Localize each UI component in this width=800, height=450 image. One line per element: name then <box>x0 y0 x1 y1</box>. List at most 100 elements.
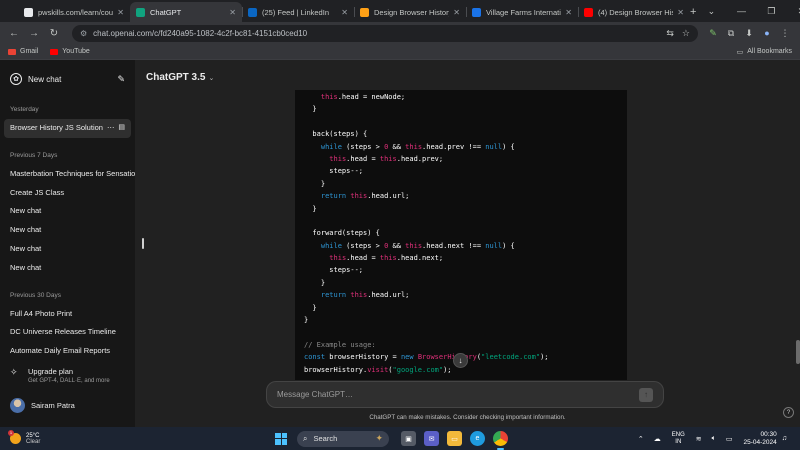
sidebar-chat-item[interactable]: Create JS Class <box>0 184 135 203</box>
sidebar-chat-item[interactable]: DC Universe Releases Timeline <box>0 323 135 342</box>
code-line: // Example usage: <box>304 339 627 351</box>
code-token: .head.url; <box>367 291 410 300</box>
teams-chat-icon[interactable]: ✉ <box>424 431 439 446</box>
code-token: // Example usage: <box>304 340 376 349</box>
close-window-icon[interactable]: ✕ <box>786 6 800 17</box>
help-icon[interactable]: ? <box>783 407 794 418</box>
code-token: this <box>405 142 423 151</box>
taskbar-search[interactable]: ⌕ Search ✦ <box>297 430 389 447</box>
code-token: const <box>304 353 326 362</box>
code-token: this <box>329 254 347 263</box>
maximize-icon[interactable]: ❐ <box>756 6 786 17</box>
minimize-icon[interactable]: — <box>726 6 756 16</box>
code-token: } <box>304 303 317 312</box>
translate-icon[interactable]: ⇆ <box>666 28 674 39</box>
user-profile-button[interactable]: Sairam Patra <box>0 398 135 413</box>
tab-favicon-icon <box>360 7 369 17</box>
browser-tab-2[interactable]: (25) Feed | LinkedIn ✕ <box>242 2 354 22</box>
code-token: this <box>405 241 423 250</box>
sidebar-chat-item[interactable]: New chat <box>0 202 135 221</box>
sidebar-chat-item[interactable]: Full A4 Photo Print <box>0 305 135 324</box>
send-button[interactable]: ↑ <box>639 387 653 402</box>
folder-icon: ▭ <box>736 48 744 56</box>
browser-tab-4[interactable]: Village Farms International ✕ <box>466 2 578 22</box>
chrome-browser-icon[interactable] <box>493 431 508 450</box>
code-token: new <box>400 353 414 362</box>
close-tab-icon[interactable]: ✕ <box>677 8 684 17</box>
downloads-icon[interactable]: ⬇ <box>740 28 758 39</box>
message-input[interactable] <box>277 390 639 399</box>
code-token: visit <box>367 365 389 374</box>
weather-widget[interactable]: 1 25°C Clear <box>0 430 120 445</box>
new-chat-button[interactable]: ✿ New chat ✎ <box>0 66 135 92</box>
browser-tab-1[interactable]: ChatGPT ✕ <box>130 2 242 22</box>
message-composer: ↑ <box>266 381 664 408</box>
profile-avatar-icon[interactable]: ● <box>758 28 776 38</box>
close-tab-icon[interactable]: ✕ <box>117 8 124 17</box>
bookmark-label: YouTube <box>62 48 90 55</box>
browser-menu-icon[interactable]: ⋮ <box>776 28 794 39</box>
weather-sun-icon: 1 <box>8 430 21 444</box>
notification-bell-icon[interactable]: ♫ <box>782 435 787 442</box>
volume-icon[interactable]: 🔈︎ <box>712 435 716 443</box>
clock-time: 00:30 <box>760 430 777 438</box>
page-scrollbar[interactable] <box>796 340 800 364</box>
sidebar-chat-item[interactable]: New chat <box>0 221 135 240</box>
code-token: this <box>379 154 397 163</box>
scroll-down-button[interactable]: ↓ <box>453 353 468 368</box>
code-block: this.head = newNode; } back(steps) { whi… <box>295 90 627 380</box>
bookmark-gmail[interactable]: Gmail <box>8 48 38 55</box>
task-view-icon[interactable]: ▣ <box>401 431 416 446</box>
code-token: while <box>320 142 342 151</box>
sidebar-chat-item[interactable]: Masterbation Techniques for Sensation <box>0 165 135 184</box>
browser-tab-3[interactable]: Design Browser History - ✕ <box>354 2 466 22</box>
sparkle-icon: ✧ <box>10 367 18 377</box>
upgrade-plan-button[interactable]: ✧ Upgrade plan Get GPT-4, DALL·E, and mo… <box>0 367 135 384</box>
all-bookmarks-button[interactable]: ▭ All Bookmarks <box>737 48 792 56</box>
wifi-icon[interactable]: ≋ <box>696 435 702 443</box>
close-tab-icon[interactable]: ✕ <box>453 8 460 17</box>
code-line: } <box>304 203 627 215</box>
site-info-icon[interactable]: ⚙ <box>80 29 87 38</box>
edit-icon[interactable]: ✎ <box>117 74 125 85</box>
code-token: .head = <box>346 154 380 163</box>
system-clock[interactable]: 00:30 25-04-2024 <box>744 431 777 447</box>
onedrive-cloud-icon[interactable]: ☁ <box>654 435 661 443</box>
sidebar-chat-item[interactable]: Automate Daily Email Reports <box>0 342 135 361</box>
extensions-puzzle-icon[interactable]: ⧉ <box>722 28 740 39</box>
model-selector[interactable]: ChatGPT 3.5 ⌄ <box>146 72 214 83</box>
browser-tab-strip: pwskills.com/learn/course/✕ChatGPT✕(25) … <box>0 0 800 22</box>
close-tab-icon[interactable]: ✕ <box>565 8 572 17</box>
close-tab-icon[interactable]: ✕ <box>341 8 348 17</box>
reload-icon[interactable]: ↻ <box>46 28 62 39</box>
bookmark-youtube[interactable]: YouTube <box>50 48 90 55</box>
edge-browser-icon[interactable]: e <box>470 431 485 446</box>
sidebar-toggle-handle[interactable] <box>142 238 144 249</box>
more-options-icon[interactable]: ⋯ <box>107 119 115 138</box>
forward-arrow-icon[interactable]: → <box>26 28 42 39</box>
language-indicator[interactable]: ENG IN <box>672 432 685 446</box>
archive-icon[interactable]: ▤ <box>118 119 125 138</box>
weather-desc: Clear <box>26 438 41 445</box>
sidebar-chat-item[interactable]: New chat <box>0 259 135 278</box>
close-tab-icon[interactable]: ✕ <box>229 8 236 17</box>
tab-search-icon[interactable]: ⌄ <box>696 6 726 17</box>
code-token: browserHistory. <box>304 365 368 374</box>
battery-icon[interactable]: ▭ <box>726 435 733 443</box>
sidebar-section-heading: Previous 30 Days <box>10 291 61 299</box>
browser-tab-5[interactable]: (4) Design Browser Histo ✕ <box>578 2 690 22</box>
file-explorer-icon[interactable]: ▭ <box>447 431 462 446</box>
bookmark-star-icon[interactable]: ☆ <box>682 28 690 39</box>
code-token: && <box>388 241 406 250</box>
sidebar-chat-item[interactable]: New chat <box>0 240 135 259</box>
extension-icon[interactable]: ✎ <box>704 28 722 39</box>
windows-start-icon[interactable] <box>275 432 287 445</box>
bookmark-label: Gmail <box>20 48 39 55</box>
address-bar[interactable]: ⚙ chat.openai.com/c/fd240a95-1082-4c2f-b… <box>72 24 698 42</box>
code-token: .head.next !== <box>422 241 486 250</box>
browser-tab-0[interactable]: pwskills.com/learn/course/✕ <box>18 2 130 22</box>
chevron-up-icon[interactable]: ⌃ <box>638 435 644 443</box>
back-arrow-icon[interactable]: ← <box>6 28 22 39</box>
sidebar-chat-item[interactable]: Browser History JS Solution ⋯ ▤ <box>4 119 131 138</box>
